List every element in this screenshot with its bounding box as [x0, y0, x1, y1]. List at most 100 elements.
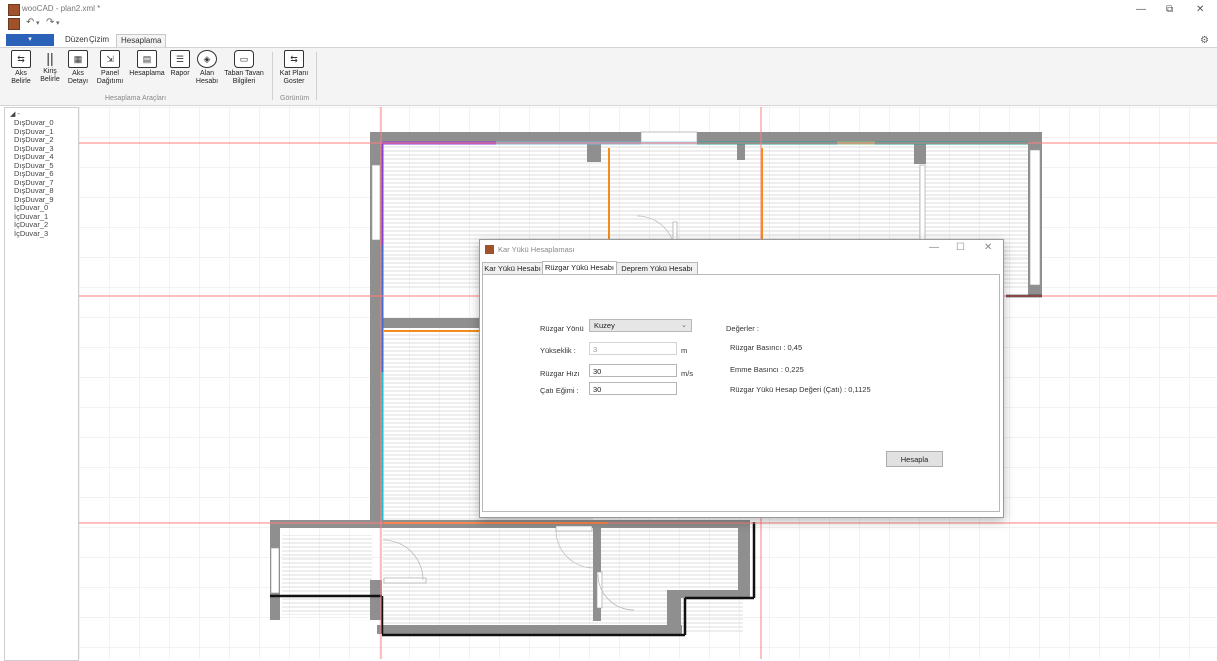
kat-plani-label-1: Kat Planı [279, 70, 309, 77]
app-menu-icon[interactable] [8, 18, 20, 30]
object-tree: DışDuvar_0 DışDuvar_1 DışDuvar_2 DışDuva… [14, 118, 54, 239]
direction-select[interactable]: Kuzey ⌄ [589, 319, 692, 332]
undo-dropdown-icon[interactable]: ▾ [36, 19, 40, 27]
floor-area [282, 535, 372, 615]
floor-area [383, 528, 743, 633]
window-opening [371, 164, 381, 241]
panel-dagitimi-label-1: Panel [101, 70, 119, 77]
wall [370, 580, 382, 620]
dialog-title: Kar Yükü Hesaplaması [498, 245, 575, 254]
aks-belirle-button[interactable]: ⇆ Aks Belirle [8, 50, 34, 86]
taban-tavan-button[interactable]: ▭ Taban Tavan Bilgileri [222, 50, 266, 86]
app-logo-icon [8, 4, 20, 16]
area-calc-icon: ◈ [197, 50, 217, 68]
slope-label: Çatı Eğimi : [540, 386, 579, 395]
window-opening [640, 131, 698, 143]
wall [587, 142, 601, 162]
close-button[interactable]: ✕ [1196, 4, 1204, 15]
undo-icon[interactable]: ↶ [26, 17, 34, 28]
group-label-gorunum: Görünüm [280, 95, 310, 102]
taban-tavan-label-1: Taban Tavan [224, 70, 264, 77]
tree-root-toggle[interactable]: ◢ - [10, 110, 20, 118]
floor-plan-icon: ⇆ [284, 50, 304, 68]
kiris-belirle-label-2: Belirle [40, 76, 60, 83]
tab-kar-yuku[interactable]: Kar Yükü Hesabı [482, 262, 543, 274]
direction-label: Rüzgar Yönü [540, 324, 584, 333]
wall [914, 142, 926, 164]
window-opening [383, 577, 427, 584]
wall [737, 142, 745, 160]
group-separator [316, 52, 317, 100]
speed-input[interactable]: 30 [589, 364, 677, 377]
ribbon-tab-bar: ▾ Düzen Çizim Hesaplama ⚙ [0, 33, 1217, 47]
panel-dagitimi-button[interactable]: ⇲ Panel Dağıtımı [94, 50, 126, 86]
window-title: wooCAD - plan2.xml * [22, 4, 101, 13]
wind-load-dialog: Kar Yükü Hesaplaması — ☐ ✕ Kar Yükü Hesa… [479, 239, 1004, 518]
axis-define-icon: ⇆ [11, 50, 31, 68]
alan-hesabi-button[interactable]: ◈ Alan Hesabı [195, 50, 219, 86]
aks-detayi-button[interactable]: ▦ Aks Detayı [66, 50, 90, 86]
height-unit: m [681, 346, 688, 355]
rapor-button[interactable]: ☰ Rapor [168, 50, 192, 78]
tab-ruzgar-yuku[interactable]: Rüzgar Yükü Hesabı [542, 261, 617, 275]
taban-tavan-label-2: Bilgileri [232, 78, 256, 85]
kiris-belirle-button[interactable]: || Kiriş Belirle [37, 50, 63, 84]
wind-load-panel: Rüzgar Yönü Kuzey ⌄ Yükseklik : 3 m Rüzg… [482, 274, 1000, 512]
dialog-minimize-button[interactable]: — [929, 242, 939, 253]
calculate-button[interactable]: Hesapla [886, 451, 943, 467]
dialog-close-button[interactable]: ✕ [984, 242, 992, 253]
file-menu-arrow-icon: ▾ [28, 36, 32, 43]
window-opening [919, 164, 926, 241]
redo-dropdown-icon[interactable]: ▾ [56, 19, 60, 27]
speed-label: Rüzgar Hızı [540, 369, 580, 378]
kat-plani-goster-button[interactable]: ⇆ Kat Planı Goster [277, 50, 311, 86]
chevron-down-icon: ⌄ [681, 322, 687, 329]
tree-item-icduvar-3[interactable]: İçDuvar_3 [14, 229, 54, 239]
tab-hesaplama[interactable]: Hesaplama [116, 34, 167, 47]
tab-cizim[interactable]: Çizim [85, 34, 113, 46]
height-input[interactable]: 3 [589, 342, 677, 355]
suction-pressure-value: Emme Basıncı : 0,225 [730, 365, 804, 374]
file-menu-button[interactable]: ▾ [6, 34, 54, 46]
aks-detayi-label-1: Aks [72, 70, 84, 77]
wall [377, 625, 682, 634]
aks-detayi-label-2: Detayı [67, 78, 89, 85]
redo-icon[interactable]: ↷ [46, 17, 54, 28]
calculator-icon: ▤ [137, 50, 157, 68]
slope-input[interactable]: 30 [589, 382, 677, 395]
restore-button[interactable]: ⧉ [1166, 4, 1173, 15]
axis-detail-icon: ▦ [68, 50, 88, 68]
alan-hesabi-label-1: Alan [199, 70, 214, 77]
kiris-belirle-label-1: Kiriş [43, 68, 57, 75]
object-tree-panel: ◢ - DışDuvar_0 DışDuvar_1 DışDuvar_2 Dış… [4, 107, 79, 661]
wall [370, 132, 1040, 142]
wall [370, 318, 480, 328]
report-icon: ☰ [170, 50, 190, 68]
dialog-app-icon [485, 245, 494, 254]
beam-define-icon: || [46, 50, 54, 66]
group-separator [272, 52, 273, 100]
panel-distribution-icon: ⇲ [100, 50, 120, 68]
panel-dagitimi-label-2: Dağıtımı [96, 78, 124, 85]
window-opening [1029, 149, 1041, 286]
hesaplama-button[interactable]: ▤ Hesaplama [128, 50, 166, 78]
hesaplama-label-1: Hesaplama [129, 70, 165, 77]
aks-belirle-label-2: Belirle [11, 78, 31, 85]
ribbon-panel: ⇆ Aks Belirle || Kiriş Belirle ▦ Aks Det… [0, 47, 1217, 106]
tab-deprem-yuku[interactable]: Deprem Yükü Hesabı [616, 262, 698, 274]
floor-ceiling-icon: ▭ [234, 50, 254, 68]
aks-belirle-label-1: Aks [15, 70, 27, 77]
window-opening [270, 547, 280, 594]
results-header: Değerler : [726, 324, 759, 333]
dialog-maximize-button[interactable]: ☐ [956, 242, 965, 253]
height-label: Yükseklik : [540, 346, 576, 355]
settings-gear-icon[interactable]: ⚙ [1200, 35, 1209, 46]
rapor-label-1: Rapor [170, 70, 190, 77]
kat-plani-label-2: Goster [283, 78, 305, 85]
alan-hesabi-label-2: Hesabı [195, 78, 219, 85]
minimize-button[interactable]: — [1136, 4, 1146, 15]
direction-value: Kuzey [594, 321, 615, 330]
group-label-hesaplama-araclari: Hesaplama Araçları [105, 95, 167, 102]
title-bar: wooCAD - plan2.xml * ↶ ▾ ↷ ▾ — ⧉ ✕ [0, 0, 1217, 33]
wall [738, 520, 750, 598]
